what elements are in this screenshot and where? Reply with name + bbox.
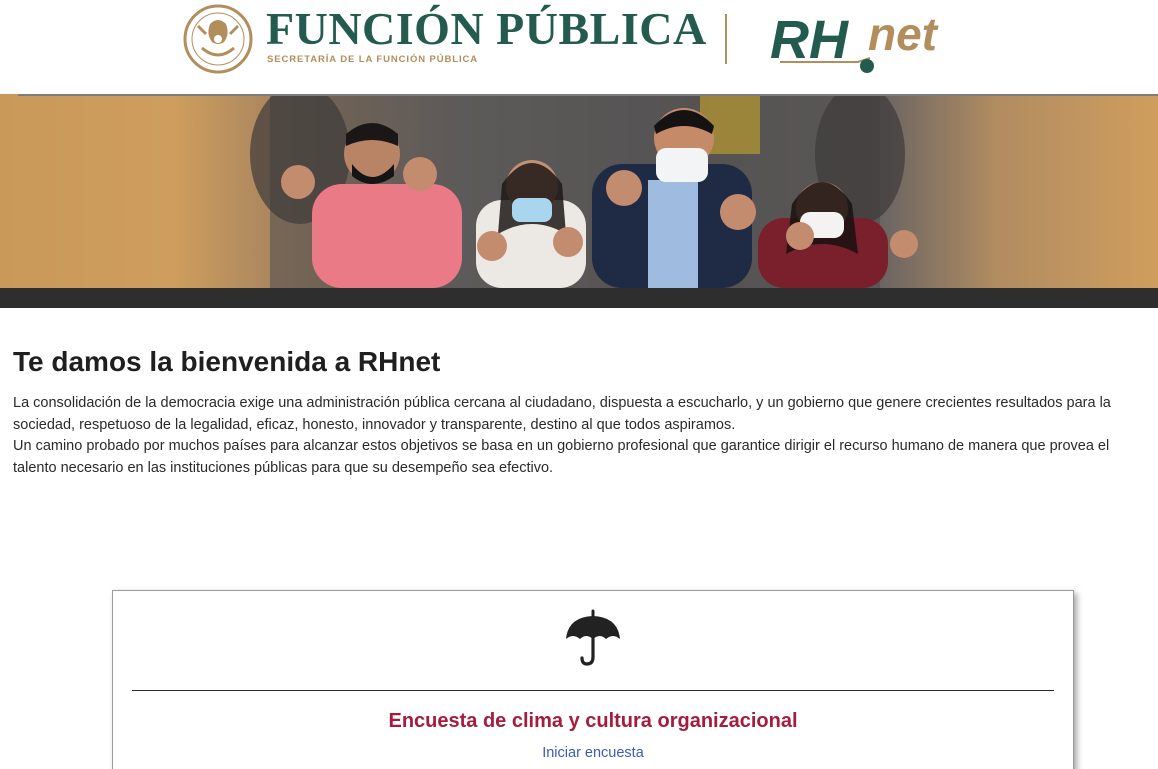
hero-banner (0, 94, 1158, 288)
banner-top-border (18, 94, 1158, 96)
rhnet-logo[interactable]: RH net (768, 4, 1008, 78)
page: FUNCIÓN PÚBLICA SECRETARÍA DE LA FUNCIÓN… (0, 0, 1158, 769)
intro-paragraph-2: Un camino probado por muchos países para… (13, 438, 1110, 476)
site-header: FUNCIÓN PÚBLICA SECRETARÍA DE LA FUNCIÓN… (0, 0, 1158, 94)
brand-subtitle: SECRETARÍA DE LA FUNCIÓN PÚBLICA (267, 54, 479, 65)
page-title: Te damos la bienvenida a RHnet (13, 346, 441, 377)
banner-photo (250, 94, 918, 288)
rhnet-logo-net: net (868, 8, 939, 60)
intro-text: La consolidación de la democracia exige … (13, 393, 1153, 479)
header-divider (725, 14, 727, 64)
mexico-seal-icon (183, 4, 253, 74)
brand-title: FUNCIÓN PÚBLICA (266, 3, 707, 54)
start-survey-link[interactable]: Iniciar encuesta (113, 745, 1073, 761)
card-divider (132, 690, 1054, 691)
umbrella-icon (566, 609, 620, 666)
survey-title: Encuesta de clima y cultura organizacion… (388, 710, 798, 732)
banner-bottom-bar (0, 288, 1158, 308)
intro-paragraph-1: La consolidación de la democracia exige … (13, 395, 1111, 433)
survey-card: Encuesta de clima y cultura organizacion… (112, 590, 1074, 769)
